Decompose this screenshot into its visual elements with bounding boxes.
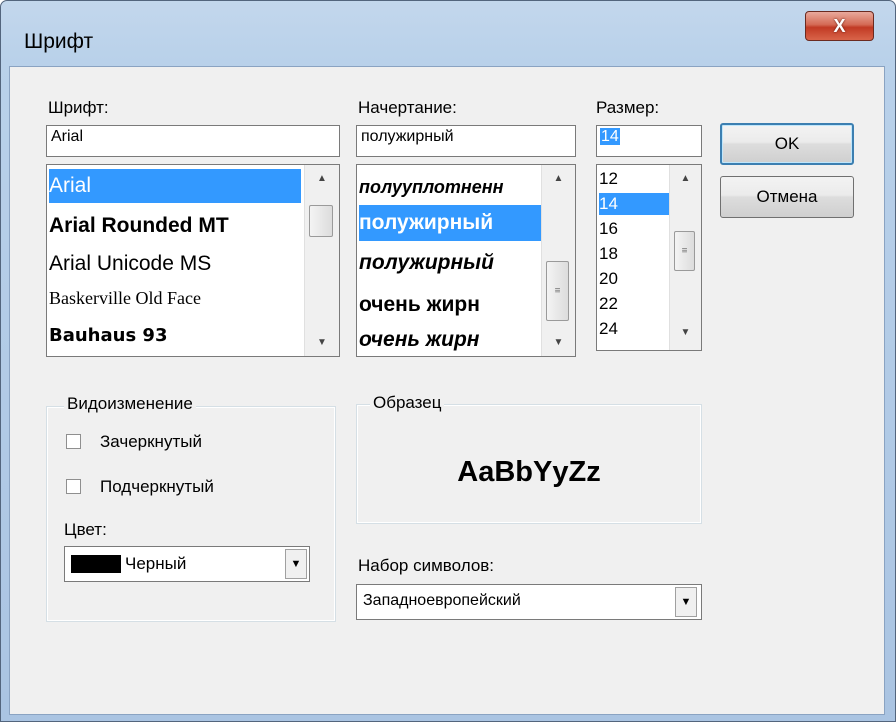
font-label: Шрифт: xyxy=(48,98,109,117)
size-item[interactable]: 24 xyxy=(599,318,669,340)
size-listbox[interactable]: 12 14 16 18 20 22 24 ▲ ≡ ▼ xyxy=(596,164,702,351)
font-item-arial[interactable]: Arial xyxy=(49,169,301,203)
size-input-text: 14 xyxy=(600,128,620,145)
font-name-input[interactable]: Arial xyxy=(46,125,340,157)
size-item[interactable]: 20 xyxy=(599,268,669,290)
style-item-semicondensed[interactable]: полууплотненн xyxy=(359,171,541,203)
style-item-extra-bold-italic[interactable]: очень жирн xyxy=(359,323,541,356)
size-label: Размер: xyxy=(596,98,660,117)
font-item-baskerville[interactable]: Baskerville Old Face xyxy=(49,283,301,313)
strikeout-label[interactable]: Зачеркнутый xyxy=(100,432,202,452)
cancel-button[interactable]: Отмена xyxy=(720,176,854,218)
color-value: Черный xyxy=(125,554,187,573)
scroll-thumb[interactable] xyxy=(309,205,333,237)
font-item-arial-unicode[interactable]: Arial Unicode MS xyxy=(49,247,301,281)
charset-value: Западноевропейский xyxy=(363,592,521,609)
style-list-scrollbar[interactable]: ▲ ≡ ▼ xyxy=(541,165,575,356)
scroll-thumb[interactable]: ≡ xyxy=(674,231,695,271)
color-swatch xyxy=(71,555,121,573)
size-item[interactable]: 16 xyxy=(599,218,669,240)
style-label: Начертание: xyxy=(358,98,457,117)
size-item-selected[interactable]: 14 xyxy=(599,193,669,215)
font-item-arial-rounded[interactable]: Arial Rounded MT xyxy=(49,209,301,243)
charset-label: Набор символов: xyxy=(358,556,495,575)
charset-dropdown[interactable]: Западноевропейский ▼ xyxy=(356,584,702,620)
size-item[interactable]: 18 xyxy=(599,243,669,265)
style-item-bold[interactable]: полужирный xyxy=(359,205,541,241)
color-label: Цвет: xyxy=(64,520,107,539)
size-input[interactable]: 14 xyxy=(596,125,702,157)
font-listbox[interactable]: Arial Arial Rounded MT Arial Unicode MS … xyxy=(46,164,340,357)
size-item[interactable]: 12 xyxy=(599,168,669,190)
style-input[interactable]: полужирный xyxy=(356,125,576,157)
style-item-extra-bold[interactable]: очень жирн xyxy=(359,287,541,323)
size-item[interactable]: 22 xyxy=(599,293,669,315)
scroll-thumb[interactable]: ≡ xyxy=(546,261,569,321)
style-listbox[interactable]: полууплотненн полужирный полужирный очен… xyxy=(356,164,576,357)
color-dropdown[interactable]: Черный ▼ xyxy=(64,546,310,582)
scroll-down-arrow-icon[interactable]: ▼ xyxy=(542,337,575,348)
scroll-down-arrow-icon[interactable]: ▼ xyxy=(670,327,701,338)
window-title: Шрифт xyxy=(24,30,94,53)
font-item-bauhaus[interactable]: Bauhaus 93 xyxy=(49,321,301,351)
scroll-up-arrow-icon[interactable]: ▲ xyxy=(305,173,339,184)
close-button[interactable]: X xyxy=(805,11,874,41)
strikeout-checkbox[interactable] xyxy=(66,434,81,449)
chevron-down-icon[interactable]: ▼ xyxy=(675,587,697,617)
underline-checkbox[interactable] xyxy=(66,479,81,494)
ok-button[interactable]: OK xyxy=(720,123,854,165)
style-item-bold-italic[interactable]: полужирный xyxy=(359,245,541,281)
chevron-down-icon[interactable]: ▼ xyxy=(285,549,307,579)
effects-title: Видоизменение xyxy=(64,394,196,414)
scroll-up-arrow-icon[interactable]: ▲ xyxy=(542,173,575,184)
sample-title: Образец xyxy=(370,393,445,413)
scroll-up-arrow-icon[interactable]: ▲ xyxy=(670,173,701,184)
underline-label[interactable]: Подчеркнутый xyxy=(100,477,214,497)
close-icon: X xyxy=(833,15,846,36)
sample-text: AaBbYyZz xyxy=(457,456,601,488)
font-list-scrollbar[interactable]: ▲ ▼ xyxy=(304,165,339,356)
scroll-down-arrow-icon[interactable]: ▼ xyxy=(305,337,339,348)
size-list-scrollbar[interactable]: ▲ ≡ ▼ xyxy=(669,165,701,350)
